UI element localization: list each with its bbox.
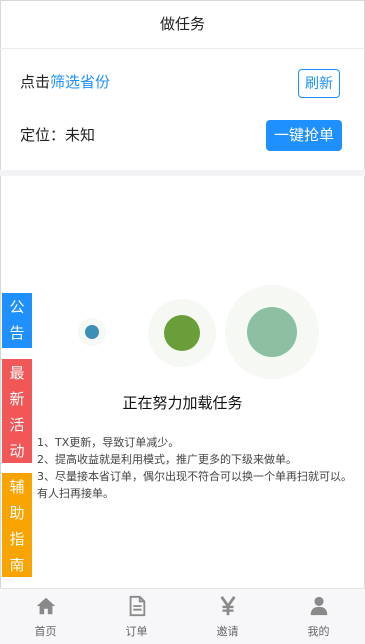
guide-tab[interactable]: 辅 助 指 南 [2,473,32,577]
home-icon [36,597,56,615]
tab-invite[interactable]: 邀请 [182,589,273,644]
tab-invite-label: 邀请 [216,625,239,638]
tab-orders-label: 订单 [125,625,148,638]
tab-profile[interactable]: 我的 [273,589,364,644]
document-icon [129,595,146,617]
notice-tab[interactable]: 公 告 [2,293,32,348]
tip-item: 1、TX更新，导致订单减少。 [37,436,180,449]
guide-tab-char: 辅 [9,478,25,496]
latest-activity-tab[interactable]: 最 新 活 动 [2,359,32,463]
guide-tab-char: 指 [9,530,25,548]
loading-text: 正在努力加载任务 [122,394,243,412]
guide-tab-char: 南 [9,556,25,574]
tab-profile-label: 我的 [307,625,330,638]
bottom-tab-bar: 首页 订单 邀请 我的 [0,588,365,644]
tab-home-label: 首页 [34,625,57,638]
tab-home[interactable]: 首页 [0,589,91,644]
tip-item: 3、尽量接本省订单，偶尔出现不符合可以换一个单再扫就可以。有人扫再接单。 [37,470,352,500]
tips-list: 1、TX更新，导致订单减少。 2、提高收益就是利用模式，推广更多的下级来做单。 … [37,434,359,502]
activity-tab-char: 活 [9,416,25,434]
refresh-button[interactable]: 刷新 [298,69,340,98]
activity-tab-char: 动 [9,442,25,460]
guide-tab-char: 助 [9,504,25,522]
filter-row: 点击筛选省份 [20,71,110,92]
page-title: 做任务 [0,0,365,49]
yen-icon [220,596,236,616]
tip-item: 2、提高收益就是利用模式，推广更多的下级来做单。 [37,453,297,466]
tab-orders[interactable]: 订单 [91,589,182,644]
section-divider [0,170,365,176]
filter-prefix: 点击 [20,73,51,91]
grab-order-button[interactable]: 一键抢单 [266,120,342,151]
activity-tab-char: 最 [9,364,25,382]
notice-tab-char: 公 [9,298,25,316]
activity-tab-char: 新 [9,390,25,408]
filter-province-link[interactable]: 筛选省份 [50,73,110,91]
notice-tab-char: 告 [9,324,25,342]
user-icon [310,596,328,616]
location-text: 定位：未知 [20,126,96,144]
